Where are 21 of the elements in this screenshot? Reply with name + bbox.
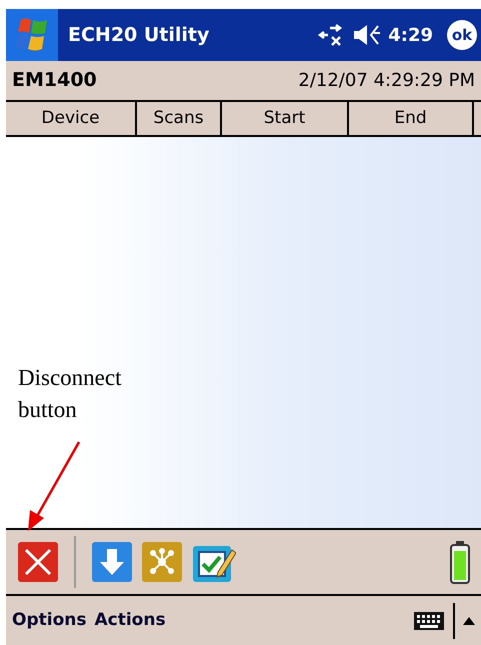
keyboard-icon[interactable] [413, 610, 445, 630]
column-header[interactable]: Device [6, 102, 137, 135]
column-header[interactable]: End [349, 102, 474, 135]
column-header[interactable]: Scans [137, 102, 222, 135]
network-button[interactable] [142, 542, 182, 582]
device-name: EM1400 [12, 68, 97, 94]
column-header[interactable]: Start [222, 102, 349, 135]
clock: 4:29 [388, 24, 433, 48]
ok-button[interactable]: ok [447, 20, 477, 50]
download-button[interactable] [92, 542, 132, 582]
start-button[interactable] [6, 9, 58, 61]
caret-up-icon[interactable] [463, 616, 475, 624]
menu-item[interactable]: Actions [94, 608, 166, 634]
window-title: ECH20 Utility [68, 22, 210, 48]
menu-item[interactable]: Options [12, 608, 86, 634]
speaker-muted-icon [352, 24, 382, 46]
battery-icon [449, 540, 471, 584]
connectivity-icon [316, 24, 344, 46]
date-time: 2/12/07 4:29:29 PM [298, 69, 475, 93]
disconnect-button[interactable] [18, 542, 58, 582]
annotation-label: Disconnect button [18, 364, 122, 424]
